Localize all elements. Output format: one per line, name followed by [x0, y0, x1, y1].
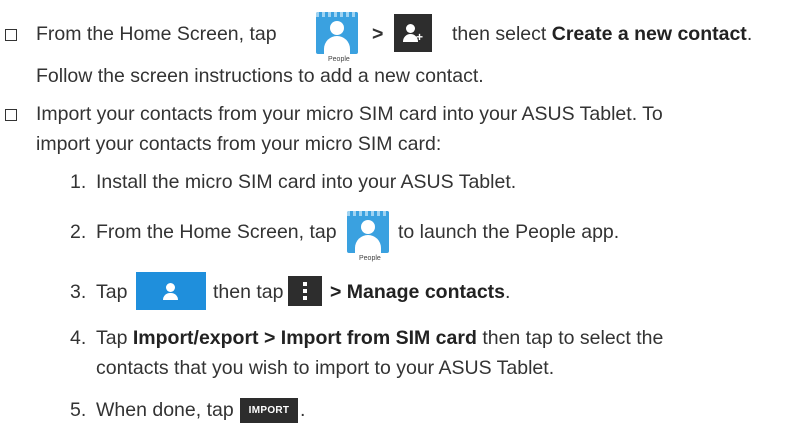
- bullet1-middle: then select: [452, 23, 547, 45]
- step-4-line2: contacts that you wish to import to your…: [96, 357, 555, 379]
- step-2: 2. From the Home Screen, tap: [70, 221, 337, 243]
- add-contact-icon: +: [394, 14, 432, 52]
- step-5: 5. When done, tap: [70, 399, 234, 421]
- bullet2-line2: import your contacts from your micro SIM…: [36, 133, 442, 155]
- bullet1-sub: Follow the screen instructions to add a …: [36, 65, 484, 87]
- step-4-line1: 4. Tap Import/export > Import from SIM ca…: [70, 327, 664, 349]
- contacts-tab-icon: [136, 272, 206, 310]
- bullet1-prefix: From the Home Screen, tap: [36, 23, 277, 45]
- checkbox-bullet: [5, 109, 17, 121]
- people-app-icon: [347, 211, 389, 253]
- bullet2-line1: Import your contacts from your micro SIM…: [36, 103, 663, 125]
- separator: >: [372, 23, 384, 45]
- step-3-bold: > Manage contacts.: [330, 281, 511, 303]
- people-icon-caption: People: [328, 56, 350, 63]
- step-2-suffix: to launch the People app.: [398, 221, 620, 243]
- overflow-menu-icon: [288, 276, 322, 306]
- step-5-end: .: [300, 399, 306, 421]
- create-contact-label: Create a new contact: [551, 23, 747, 45]
- import-from-sim-label: Import/export > Import from SIM card: [132, 327, 477, 349]
- import-button: IMPORT: [240, 398, 298, 423]
- people-app-icon: [316, 12, 358, 54]
- step-3-prefix: 3. Tap: [70, 281, 128, 303]
- people-icon-caption: People: [359, 255, 381, 262]
- checkbox-bullet: [5, 29, 17, 41]
- bullet1-end: .: [746, 23, 753, 45]
- step-3-middle: then tap: [213, 281, 284, 303]
- step-1: 1. Install the micro SIM card into your A…: [70, 171, 517, 193]
- bullet1-text: then select Create a new contact.: [452, 22, 752, 46]
- manage-contacts-label: > Manage contacts: [330, 281, 506, 303]
